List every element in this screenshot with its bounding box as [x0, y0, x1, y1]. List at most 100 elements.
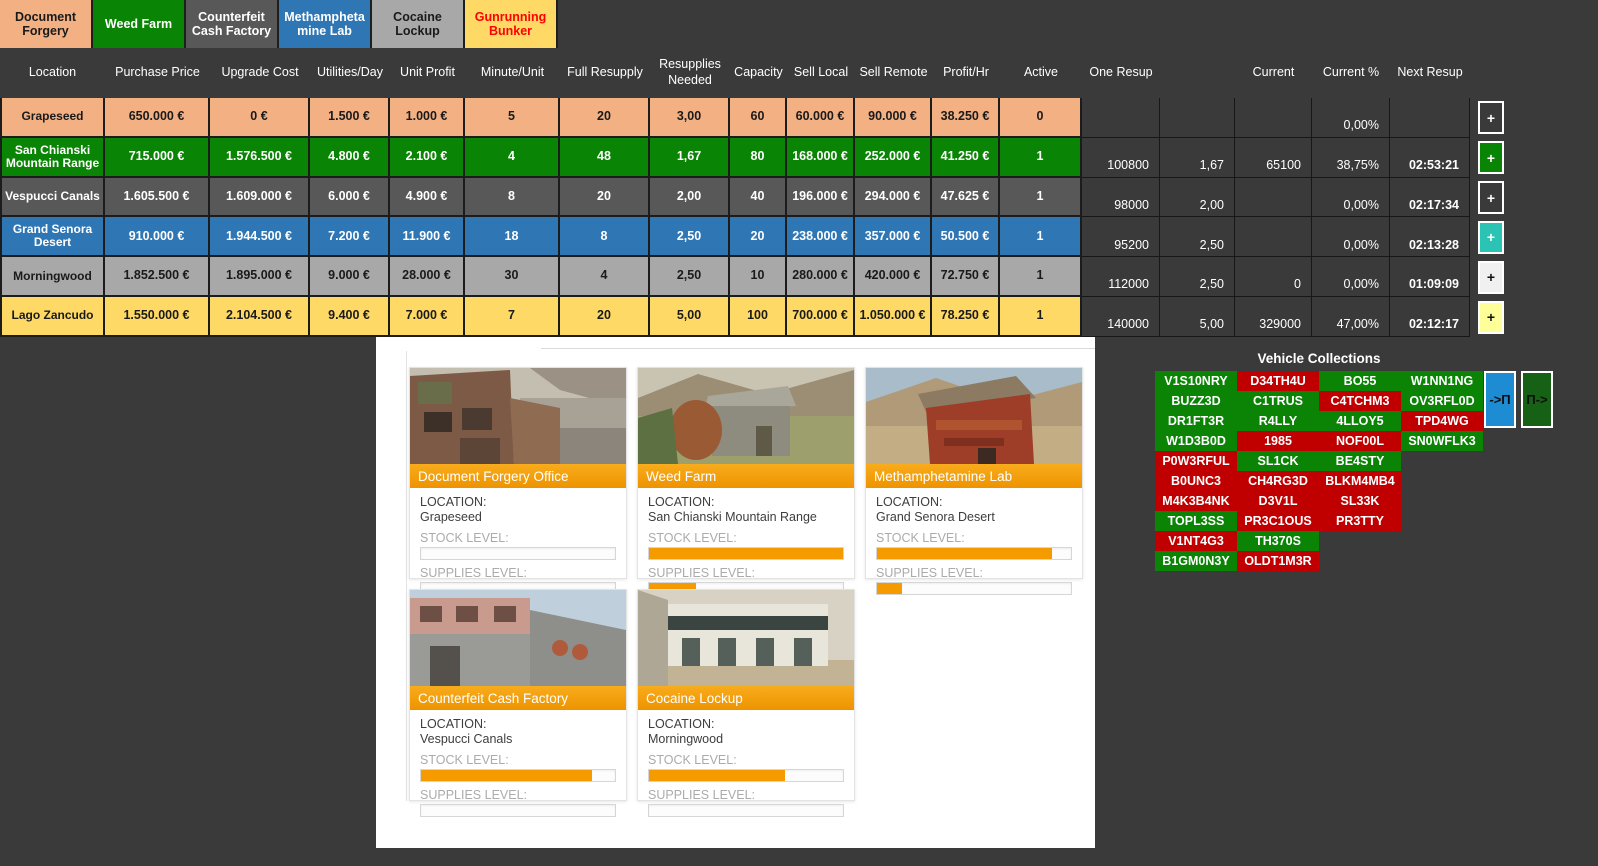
add-resupply-button[interactable]: +: [1478, 300, 1504, 334]
stock-bar-fill: [649, 770, 785, 781]
business-card-meth-lab: Methamphetamine Lab LOCATION: Grand Seno…: [865, 367, 1083, 595]
vehicle-plate-w1d3b0d[interactable]: W1D3B0D: [1155, 431, 1237, 451]
value-cell-active: 1: [1000, 217, 1082, 258]
value-cell-purchase-price: 910.000 €: [105, 217, 210, 258]
add-resupply-button[interactable]: +: [1478, 101, 1504, 135]
vehicle-plate-sn0wflk3[interactable]: SN0WFLK3: [1401, 431, 1483, 451]
vehicle-plate-oldt1m3r[interactable]: OLDT1M3R: [1237, 551, 1319, 571]
add-resupply-button[interactable]: +: [1478, 220, 1504, 254]
tracker-cell-next-resup: 01:09:09: [1390, 257, 1470, 298]
location-value: San Chianski Mountain Range: [648, 510, 817, 524]
stock-bar: [648, 547, 844, 560]
tracker-cell-current: 47,00%: [1312, 297, 1390, 337]
vehicle-plate-pr3c1ous[interactable]: PR3C1OUS: [1237, 511, 1319, 531]
value-cell-upgrade-cost: 2.104.500 €: [210, 297, 310, 337]
business-photo: [638, 368, 854, 464]
vehicle-plate-4lloy5[interactable]: 4LLOY5: [1319, 411, 1401, 431]
vehicle-grid-spacer: [1319, 531, 1401, 551]
value-cell-sell-local: 196.000 €: [787, 177, 855, 218]
business-card-weed-farm: Weed Farm LOCATION: San Chianski Mountai…: [637, 367, 855, 595]
value-cell-upgrade-cost: 1.895.000 €: [210, 257, 310, 298]
column-header-full-resupply: Full Resupply: [567, 65, 643, 80]
vehicle-plate-topl3ss[interactable]: TOPL3SS: [1155, 511, 1237, 531]
vehicle-plate-be4sty[interactable]: BE4STY: [1319, 451, 1401, 471]
value-cell-profit-hr: 38.250 €: [932, 98, 1000, 138]
vehicle-plate-m4k3b4nk[interactable]: M4K3B4NK: [1155, 491, 1237, 511]
tracker-cell-current: [1235, 217, 1312, 258]
vehicle-plate-1985[interactable]: 1985: [1237, 431, 1319, 451]
table-row-grand-senora-desert: Grand Senora Desert 910.000 €1.944.500 €7…: [0, 217, 1598, 258]
vehicle-plate-sl33k[interactable]: SL33K: [1319, 491, 1401, 511]
tracker-cell-current: 65100: [1235, 137, 1312, 178]
vehicle-plate-pr3tty[interactable]: PR3TTY: [1319, 511, 1401, 531]
value-cell-capacity: 20: [730, 217, 787, 258]
column-header-utilities-day: Utilities/Day: [317, 65, 383, 80]
tracker-cell-one-resup: [1082, 98, 1160, 138]
tracker-cell-next-resup: [1390, 98, 1470, 138]
table-header-row: Location Purchase Price Upgrade Cost Utilit…: [0, 48, 1470, 98]
vehicle-plate-bo55[interactable]: BO55: [1319, 371, 1401, 391]
vehicle-grid-spacer: [1401, 511, 1483, 531]
tab-weed-farm[interactable]: Weed Farm: [93, 0, 186, 48]
location-cell: Vespucci Canals: [0, 177, 105, 218]
value-cell-capacity: 10: [730, 257, 787, 298]
vehicle-plate-r4lly[interactable]: R4LLY: [1237, 411, 1319, 431]
vehicle-plate-c4tchm3[interactable]: C4TCHM3: [1319, 391, 1401, 411]
vehicle-plate-v1s10nry[interactable]: V1S10NRY: [1155, 371, 1237, 391]
tracker-cell-current: 0,00%: [1312, 257, 1390, 298]
vehicle-plate-b1gm0n3y[interactable]: B1GM0N3Y: [1155, 551, 1237, 571]
value-cell-full-resupply: 4: [560, 257, 650, 298]
tab-cocaine-lockup[interactable]: Cocaine Lockup: [372, 0, 465, 48]
vehicle-plate-d3v1l[interactable]: D3V1L: [1237, 491, 1319, 511]
supplies-bar: [648, 804, 844, 817]
vehicle-plate-dr1ft3r[interactable]: DR1FT3R: [1155, 411, 1237, 431]
vehicle-plate-ov3rfl0d[interactable]: OV3RFL0D: [1401, 391, 1483, 411]
tab-methamphetamine-lab[interactable]: Methamphetamine Lab: [279, 0, 372, 48]
tracker-cell-blank: 5,00: [1160, 297, 1235, 337]
supplies-level-label: SUPPLIES LEVEL:: [648, 788, 756, 802]
vehicle-plate-w1nn1ng[interactable]: W1NN1NG: [1401, 371, 1483, 391]
transfer-left-button[interactable]: П->: [1521, 371, 1553, 428]
vehicle-plate-th370s[interactable]: TH370S: [1237, 531, 1319, 551]
add-resupply-button[interactable]: +: [1478, 181, 1504, 215]
vehicle-plate-v1nt4g3[interactable]: V1NT4G3: [1155, 531, 1237, 551]
tracker-cell-current: 0,00%: [1312, 217, 1390, 258]
vehicle-plate-sl1ck[interactable]: SL1CK: [1237, 451, 1319, 471]
vehicle-plate-nof00l[interactable]: NOF00L: [1319, 431, 1401, 451]
tracker-cell-one-resup: 112000: [1082, 257, 1160, 298]
stock-level-label: STOCK LEVEL:: [420, 753, 509, 767]
tab-counterfeit-cash-factory[interactable]: Counterfeit Cash Factory: [186, 0, 279, 48]
location-label: LOCATION:: [648, 717, 715, 731]
vehicle-plate-tpd4wg[interactable]: TPD4WG: [1401, 411, 1483, 431]
tracker-cell-next-resup: 02:53:21: [1390, 137, 1470, 178]
tab-gunrunning-bunker[interactable]: Gunrunning Bunker: [465, 0, 558, 48]
transfer-right-button[interactable]: ->П: [1484, 371, 1516, 428]
vehicle-plate-ch4rg3d[interactable]: CH4RG3D: [1237, 471, 1319, 491]
value-cell-sell-local: 700.000 €: [787, 297, 855, 337]
vehicle-plate-p0w3rful[interactable]: P0W3RFUL: [1155, 451, 1237, 471]
business-tabs: Document Forgery Weed Farm Counterfeit Cas…: [0, 0, 558, 48]
vehicle-plate-buzz3d[interactable]: BUZZ3D: [1155, 391, 1237, 411]
value-cell-unit-profit: 4.900 €: [390, 177, 465, 218]
value-cell-capacity: 40: [730, 177, 787, 218]
tracker-cell-blank: 2,50: [1160, 257, 1235, 298]
value-cell-capacity: 80: [730, 137, 787, 178]
tracker-cell-next-resup: 02:13:28: [1390, 217, 1470, 258]
vehicle-collections-grid: V1S10NRY D34TH4U BO55 W1NN1NG BUZZ3D C1TRUS C4…: [1155, 371, 1484, 571]
vehicle-plate-c1trus[interactable]: C1TRUS: [1237, 391, 1319, 411]
value-cell-sell-local: 238.000 €: [787, 217, 855, 258]
column-header-active: Active: [1023, 65, 1059, 80]
add-resupply-button[interactable]: +: [1478, 260, 1504, 294]
vehicle-plate-b0unc3[interactable]: B0UNC3: [1155, 471, 1237, 491]
value-cell-full-resupply: 20: [560, 297, 650, 337]
tracker-cell-current: [1235, 98, 1312, 138]
stock-level-label: STOCK LEVEL:: [648, 531, 737, 545]
location-label: LOCATION:: [420, 717, 487, 731]
vehicle-plate-blkm4mb4[interactable]: BLKM4MB4: [1319, 471, 1401, 491]
value-cell-minute-unit: 5: [465, 98, 560, 138]
vehicle-plate-d34th4u[interactable]: D34TH4U: [1237, 371, 1319, 391]
value-cell-sell-local: 280.000 €: [787, 257, 855, 298]
row-action-gutter: +: [1470, 138, 1598, 178]
tab-document-forgery[interactable]: Document Forgery: [0, 0, 93, 48]
add-resupply-button[interactable]: +: [1478, 141, 1504, 175]
